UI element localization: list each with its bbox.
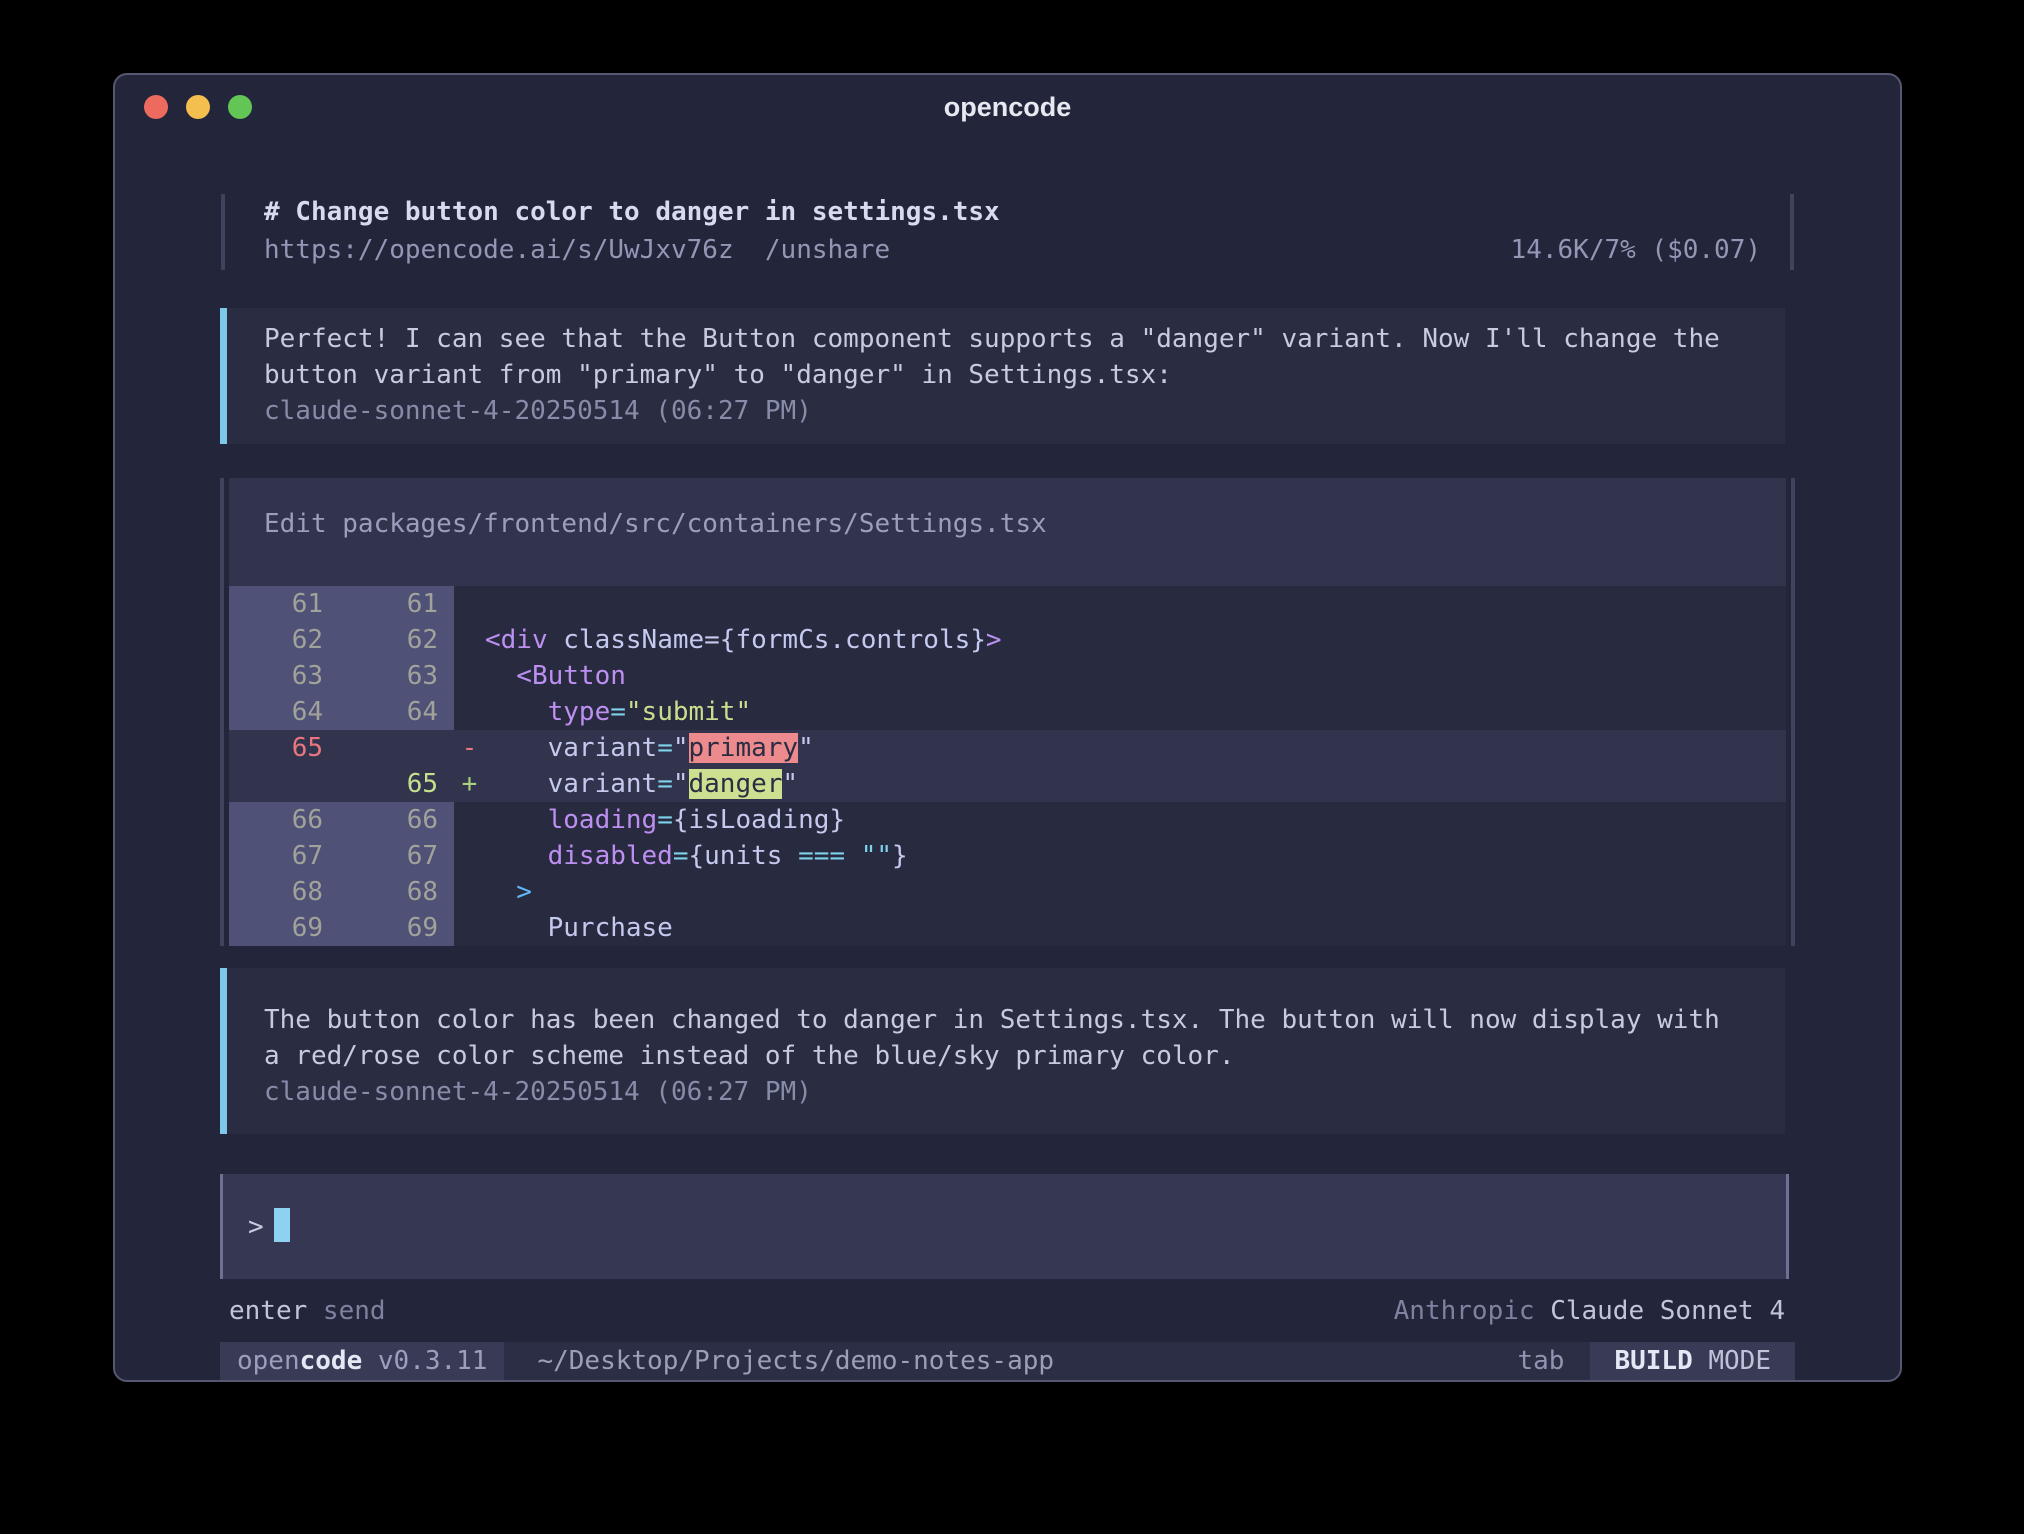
assistant-message: The button color has been changed to dan… (220, 968, 1785, 1134)
diff-row: 6868 > (229, 874, 1786, 910)
minimize-window-button[interactable] (186, 95, 210, 119)
app-name-code: code (300, 1346, 363, 1376)
model-indicator: Anthropic Claude Sonnet 4 (1394, 1293, 1785, 1329)
share-url[interactable]: https://opencode.ai/s/UwJxv76z (264, 235, 734, 265)
diff-row: 65+ variant="danger" (229, 766, 1786, 802)
tab-key-hint: tab (1517, 1342, 1564, 1380)
diff-row: 6767 disabled={units === ""} (229, 838, 1786, 874)
app-version: v0.3.11 (378, 1346, 488, 1376)
mode-label: MODE (1708, 1346, 1771, 1376)
close-window-button[interactable] (144, 95, 168, 119)
mode-toggle[interactable]: BUILD MODE (1590, 1342, 1795, 1380)
diff-row: 6161 (229, 586, 1786, 622)
token-usage: 14.6K/7% ($0.07) (1511, 232, 1761, 268)
diff-row: 6666 loading={isLoading} (229, 802, 1786, 838)
session-content: # Change button color to danger in setti… (115, 139, 1900, 1380)
traffic-lights (144, 75, 252, 139)
text-cursor (274, 1208, 290, 1242)
prompt-chevron: > (248, 1212, 264, 1242)
maximize-window-button[interactable] (228, 95, 252, 119)
assistant-message: Perfect! I can see that the Button compo… (220, 308, 1785, 444)
opencode-window: opencode # Change button color to danger… (113, 73, 1902, 1382)
diff-row: 6464 type="submit" (229, 694, 1786, 730)
window-titlebar: opencode (115, 75, 1900, 139)
prompt-input[interactable]: > (220, 1174, 1789, 1279)
session-subheader: https://opencode.ai/s/UwJxv76z/unshare 1… (264, 232, 1751, 270)
send-hint: enter send (229, 1293, 386, 1329)
app-version-chip: opencode v0.3.11 (220, 1342, 504, 1380)
message-text: Perfect! I can see that the Button compo… (264, 321, 1765, 393)
send-hint-key: enter (229, 1296, 307, 1326)
diff-row: 6363 <Button (229, 658, 1786, 694)
edit-tool-panel: Edit packages/frontend/src/containers/Se… (229, 478, 1786, 946)
unshare-command[interactable]: /unshare (765, 235, 890, 265)
model-name: Claude Sonnet 4 (1550, 1296, 1785, 1326)
diff-row: 6262<div className={formCs.controls}> (229, 622, 1786, 658)
edit-tool-title: Edit packages/frontend/src/containers/Se… (229, 478, 1786, 586)
message-meta: claude-sonnet-4-20250514 (06:27 PM) (264, 1074, 1765, 1110)
message-text: The button color has been changed to dan… (264, 1002, 1765, 1074)
model-provider: Anthropic (1394, 1296, 1535, 1326)
app-name-open: open (237, 1346, 300, 1376)
window-title: opencode (115, 92, 1900, 123)
message-meta: claude-sonnet-4-20250514 (06:27 PM) (264, 393, 1765, 429)
diff-rows: 61616262<div className={formCs.controls}… (229, 586, 1786, 946)
mode-name: BUILD (1614, 1346, 1692, 1376)
project-path: ~/Desktop/Projects/demo-notes-app (537, 1342, 1054, 1380)
diff-row: 6969 Purchase (229, 910, 1786, 946)
session-header: # Change button color to danger in setti… (220, 192, 1795, 272)
session-title: # Change button color to danger in setti… (264, 194, 1751, 232)
send-hint-action: send (323, 1296, 386, 1326)
diff-row: 65- variant="primary" (229, 730, 1786, 766)
footer-hints: enter send Anthropic Claude Sonnet 4 (229, 1293, 1785, 1329)
status-bar: opencode v0.3.11 ~/Desktop/Projects/demo-… (220, 1342, 1795, 1380)
